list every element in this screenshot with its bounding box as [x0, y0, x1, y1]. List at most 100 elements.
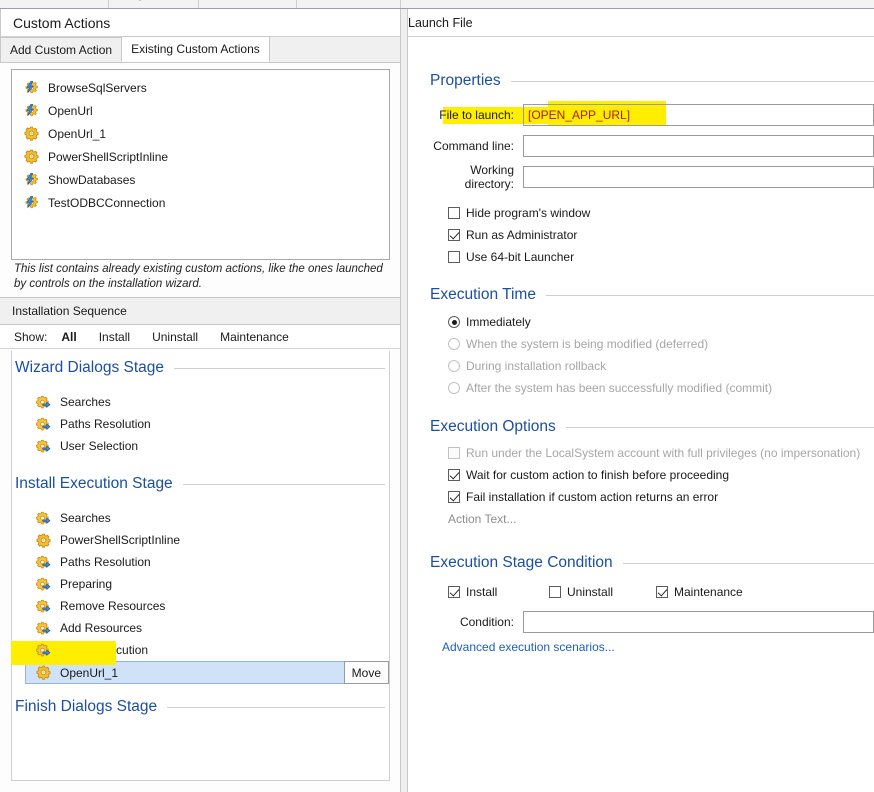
gear-icon	[24, 149, 39, 164]
list-item[interactable]: PowerShellScriptInline	[12, 145, 389, 168]
show-filter-maintenance[interactable]: Maintenance	[220, 330, 289, 344]
gear-arrow-icon	[36, 599, 51, 614]
list-item[interactable]: OpenUrl_1	[12, 122, 389, 145]
show-filter-install[interactable]: Install	[99, 330, 130, 344]
stage-header-wizard-dialogs: Wizard Dialogs Stage	[12, 355, 389, 381]
wait-for-action-checkbox[interactable]	[448, 469, 460, 481]
list-item[interactable]: TestODBCConnection	[12, 191, 389, 214]
sequence-item[interactable]: Add Resources	[12, 617, 389, 639]
list-item-label: OpenUrl_1	[48, 127, 106, 141]
sequence-item[interactable]: Searches	[12, 507, 389, 529]
condition-uninstall-checkbox[interactable]	[549, 586, 561, 598]
gear-arrow-icon	[36, 417, 51, 432]
group-rule	[623, 563, 874, 564]
stage-header-finish-dialogs: Finish Dialogs Stage	[12, 694, 389, 720]
installation-sequence-tree[interactable]: Wizard Dialogs Stage Searches Paths Reso…	[11, 351, 390, 781]
exec-time-deferred-radio	[448, 338, 460, 350]
launch-file-pane: Launch File Properties File to launch: […	[408, 9, 874, 792]
hide-program-window-checkbox[interactable]	[448, 207, 460, 219]
gear-arrow-icon	[36, 577, 51, 592]
sequence-item-label: Paths Resolution	[60, 555, 151, 569]
sequence-item[interactable]: Searches	[12, 391, 389, 413]
highlight-mark-openurl1	[11, 641, 116, 665]
gear-bolt-icon	[24, 195, 39, 210]
tab-existing-custom-actions[interactable]: Existing Custom Actions	[121, 36, 270, 62]
condition-maintenance-checkbox[interactable]	[656, 586, 668, 598]
condition-label: Condition:	[418, 615, 523, 629]
run-as-administrator-checkbox[interactable]	[448, 229, 460, 241]
show-filter-all[interactable]: All	[61, 330, 76, 344]
sequence-item[interactable]: Preparing	[12, 573, 389, 595]
condition-input[interactable]	[523, 611, 874, 633]
pane-divider[interactable]	[400, 9, 408, 792]
wait-for-action-label: Wait for custom action to finish before …	[466, 468, 729, 482]
use-64bit-launcher-checkbox[interactable]	[448, 251, 460, 263]
list-item-label: ShowDatabases	[48, 173, 135, 187]
wait-for-action-row[interactable]: Wait for custom action to finish before …	[448, 464, 874, 486]
gear-arrow-icon	[36, 621, 51, 636]
ribbon-sliver: Clipboard	[0, 0, 874, 9]
condition-install-row[interactable]: Install	[448, 581, 549, 603]
command-line-input[interactable]	[523, 135, 874, 157]
condition-row: Condition:	[418, 610, 874, 634]
exec-time-immediately-row[interactable]: Immediately	[448, 311, 874, 333]
gear-arrow-icon	[36, 511, 51, 526]
execution-time-heading-label: Execution Time	[430, 286, 536, 304]
sequence-item-label: Add Resources	[60, 621, 142, 635]
properties-heading-label: Properties	[430, 72, 501, 90]
gear-arrow-icon	[36, 555, 51, 570]
custom-actions-pane: Custom Actions Add Custom Action Existin…	[0, 9, 400, 792]
sequence-item-label: PowerShellScriptInline	[60, 533, 180, 547]
condition-uninstall-row[interactable]: Uninstall	[549, 581, 656, 603]
sequence-item[interactable]: Paths Resolution	[12, 551, 389, 573]
run-localsystem-label: Run under the LocalSystem account with f…	[466, 446, 860, 460]
exec-time-deferred-label: When the system is being modified (defer…	[466, 337, 708, 351]
fail-installation-checkbox[interactable]	[448, 491, 460, 503]
file-to-launch-input[interactable]: [OPEN_APP_URL]	[523, 104, 874, 126]
condition-install-checkbox[interactable]	[448, 586, 460, 598]
sequence-item-label: Remove Resources	[60, 599, 165, 613]
show-filter-label: Show:	[14, 330, 47, 344]
sequence-item-label: OpenUrl_1	[60, 666, 118, 680]
use-64bit-launcher-row[interactable]: Use 64-bit Launcher	[448, 246, 874, 268]
sequence-item[interactable]: PowerShellScriptInline	[12, 529, 389, 551]
gear-icon	[24, 126, 39, 141]
run-as-administrator-row[interactable]: Run as Administrator	[448, 224, 874, 246]
working-directory-label: Working directory:	[418, 163, 523, 191]
page-title-text: Custom Actions	[13, 15, 110, 31]
condition-maintenance-row[interactable]: Maintenance	[656, 581, 743, 603]
ribbon-group-label: Clipboard	[126, 0, 173, 1]
list-item-label: BrowseSqlServers	[48, 81, 147, 95]
gear-icon	[36, 533, 51, 548]
run-as-administrator-label: Run as Administrator	[466, 228, 577, 242]
existing-custom-actions-list[interactable]: BrowseSqlServers OpenUrl OpenUrl_1 Power…	[11, 69, 390, 260]
list-item[interactable]: OpenUrl	[12, 99, 389, 122]
tab-add-custom-action[interactable]: Add Custom Action	[0, 37, 122, 62]
list-help-text: This list contains already existing cust…	[14, 262, 390, 292]
list-item[interactable]: ShowDatabases	[12, 168, 389, 191]
execution-stage-condition-heading: Execution Stage Condition	[430, 554, 874, 572]
show-filter-uninstall[interactable]: Uninstall	[152, 330, 198, 344]
hide-program-window-label: Hide program's window	[466, 206, 590, 220]
list-item[interactable]: BrowseSqlServers	[12, 76, 389, 99]
run-localsystem-row: Run under the LocalSystem account with f…	[448, 442, 874, 464]
sequence-item[interactable]: User Selection	[12, 435, 389, 457]
list-item-label: PowerShellScriptInline	[48, 150, 168, 164]
command-line-label: Command line:	[418, 139, 523, 153]
group-rule	[546, 295, 874, 296]
launch-file-title: Launch File	[408, 9, 874, 37]
fail-installation-label: Fail installation if custom action retur…	[466, 490, 718, 504]
sequence-item[interactable]: Paths Resolution	[12, 413, 389, 435]
action-text-label[interactable]: Action Text...	[448, 512, 874, 526]
working-directory-input[interactable]	[523, 166, 874, 188]
hide-program-window-row[interactable]: Hide program's window	[448, 202, 874, 224]
sequence-item-label: Searches	[60, 395, 111, 409]
command-line-row: Command line:	[418, 134, 874, 158]
advanced-execution-scenarios-link[interactable]: Advanced execution scenarios...	[442, 640, 874, 654]
move-button[interactable]: Move	[344, 661, 389, 684]
fail-installation-row[interactable]: Fail installation if custom action retur…	[448, 486, 874, 508]
exec-time-immediately-radio[interactable]	[448, 316, 460, 328]
execution-time-heading: Execution Time	[430, 286, 874, 304]
exec-time-rollback-row: During installation rollback	[448, 355, 874, 377]
sequence-item[interactable]: Remove Resources	[12, 595, 389, 617]
